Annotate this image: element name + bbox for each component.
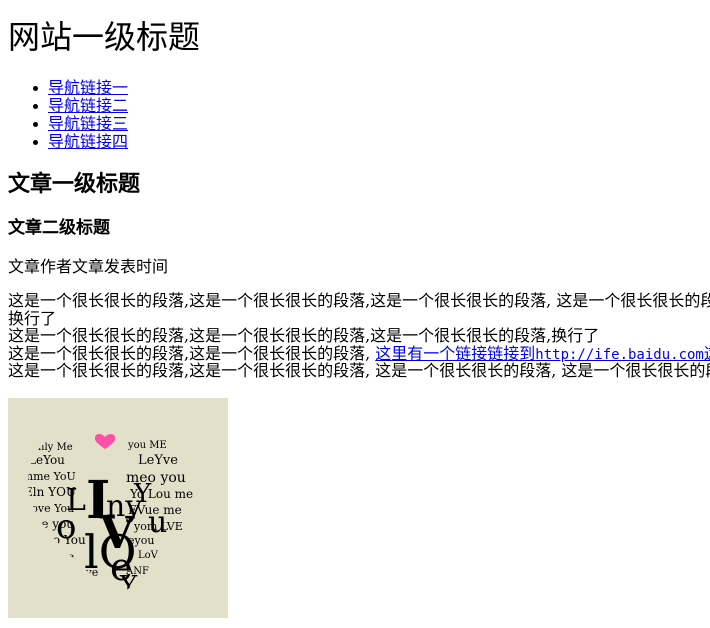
article-subtitle: 文章二级标题: [8, 218, 110, 238]
heart-typography-icon: only Me you ME LeYou LeYve nme YoU meo y…: [26, 432, 209, 601]
svg-text:Y: Y: [133, 479, 152, 509]
nav-item: 导航链接三: [32, 114, 128, 133]
nav-item: 导航链接四: [32, 132, 128, 151]
svg-text:LeYve: LeYve: [138, 453, 178, 468]
paragraph-line: 换行了: [8, 308, 57, 328]
article-title: 文章一级标题: [8, 171, 141, 197]
inline-link-text: 这里有一个链接链接到: [375, 343, 536, 363]
paragraph-line: 这是一个很长很长的段落,这是一个很长很长的段落,这是一个很长很长的段落,换行了: [8, 326, 600, 345]
svg-text:Yme: Yme: [51, 552, 74, 563]
heart-typography-image: only Me you ME LeYou LeYve nme YoU meo y…: [8, 398, 228, 618]
svg-text:only Me: only Me: [32, 442, 73, 453]
paragraph-line: 这是一个很长很长的段落,这是一个很长很长的段落, 这是一个很长很长的段落, 这是…: [8, 361, 710, 380]
nav-link-1[interactable]: 导航链接一: [48, 78, 128, 97]
nav-item: 导航链接二: [32, 96, 128, 115]
article-author: 文章作者: [8, 257, 73, 276]
inline-link-suffix: 这: [704, 344, 710, 363]
svg-text:nme YoU: nme YoU: [26, 470, 76, 483]
paragraph-text: 这是一个很长很长的段落,这是一个很长很长的段落,: [8, 343, 376, 363]
svg-text:Y: Y: [119, 571, 138, 601]
inline-link[interactable]: 这里有一个链接链接到http://ife.baidu.com这: [375, 343, 710, 363]
nav-list: 导航链接一 导航链接二 导航链接三 导航链接四: [8, 79, 128, 151]
nav-link-2[interactable]: 导航链接二: [48, 96, 128, 115]
svg-text:LeYou: LeYou: [28, 453, 65, 467]
paragraph-line: 这是一个很长很长的段落,这是一个很长很长的段落,这是一个很长很长的段落, 这是一…: [8, 292, 710, 310]
nav-item: 导航链接一: [32, 78, 128, 97]
svg-text:you ME: you ME: [127, 440, 167, 451]
svg-text:o: o: [56, 507, 76, 547]
svg-text:LoV: LoV: [138, 550, 159, 561]
article-meta: 文章作者文章发表时间: [8, 258, 168, 276]
site-title: 网站一级标题: [8, 18, 201, 56]
nav-link-3[interactable]: 导航链接三: [48, 114, 128, 133]
page: 网站一级标题 导航链接一 导航链接二 导航链接三 导航链接四 文章一级标题 文章…: [0, 0, 710, 628]
nav-link-4[interactable]: 导航链接四: [48, 132, 128, 151]
paragraph-line-with-link: 这是一个很长很长的段落,这是一个很长很长的段落, 这里有一个链接链接到http:…: [8, 343, 710, 363]
article-published-time: 文章发表时间: [72, 257, 169, 276]
article-paragraph: 这是一个很长很长的段落,这是一个很长很长的段落,这是一个很长很长的段落, 这是一…: [8, 292, 710, 380]
svg-text:u: u: [148, 505, 167, 540]
